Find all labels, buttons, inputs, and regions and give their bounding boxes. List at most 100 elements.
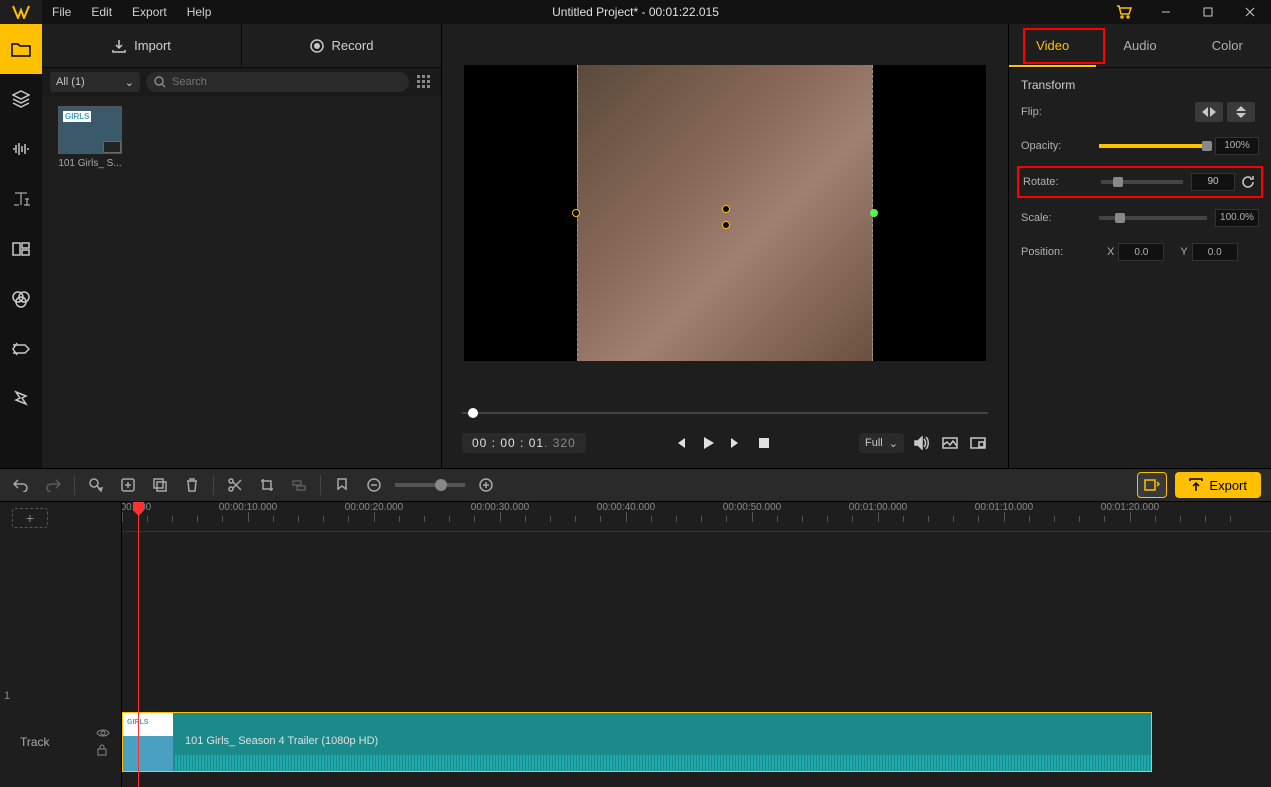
sidebar-filters[interactable] (0, 274, 42, 324)
undo-button[interactable] (10, 474, 32, 496)
properties-panel: Video Audio Color Transform Flip: Opacit… (1008, 24, 1271, 468)
close-button[interactable] (1229, 0, 1271, 24)
sidebar-media[interactable] (0, 24, 42, 74)
menu-edit[interactable]: Edit (81, 0, 122, 24)
record-label: Record (332, 38, 374, 53)
timeline-toolbar: Export (0, 468, 1271, 502)
timeline-zoom-slider[interactable] (395, 483, 465, 487)
opacity-value[interactable]: 100% (1215, 137, 1259, 155)
tool-group[interactable] (288, 474, 310, 496)
import-button[interactable]: Import (42, 24, 241, 67)
row-opacity: Opacity: 100% (1021, 136, 1259, 156)
tab-video[interactable]: Video (1009, 24, 1096, 67)
stop-button[interactable] (754, 433, 774, 453)
tool-marker[interactable] (331, 474, 353, 496)
tab-color[interactable]: Color (1184, 24, 1271, 67)
rotate-input[interactable] (1192, 176, 1234, 187)
export-button[interactable]: Export (1175, 472, 1261, 498)
scale-value[interactable]: 100.0% (1215, 209, 1259, 227)
export-settings-button[interactable] (1137, 472, 1167, 498)
opacity-slider[interactable] (1099, 144, 1207, 148)
search-icon (154, 76, 166, 88)
media-library: Import Record All (1) ⌄ 101 Girls (42, 24, 442, 468)
zoom-fit-dropdown[interactable]: Full⌄ (859, 433, 904, 453)
timeline-ruler[interactable]: 00:00:00.00000:00:10.00000:00:20.00000:0… (122, 502, 1271, 532)
library-filter-dropdown[interactable]: All (1) ⌄ (50, 72, 140, 92)
pos-x-label: X (1107, 246, 1114, 258)
redo-button[interactable] (42, 474, 64, 496)
timeline-clip[interactable]: 101 Girls_ Season 4 Trailer (1080p HD) (122, 712, 1152, 772)
clip-name: 101 Girls_ S... (58, 158, 121, 169)
pos-y-label: Y (1180, 246, 1187, 258)
tab-audio[interactable]: Audio (1096, 24, 1183, 67)
preview-scrubber[interactable] (462, 404, 988, 422)
clip-waveform (175, 755, 1151, 771)
menu-file[interactable]: File (42, 0, 81, 24)
scrubber-thumb[interactable] (468, 408, 478, 418)
selection-handle[interactable] (572, 209, 580, 217)
preview-panel: 00 : 00 : 01. 320 Full⌄ (442, 24, 1008, 468)
timeline: + 00:00:00.00000:00:10.00000:00:20.00000… (0, 502, 1271, 787)
clip-label: 101 Girls_ Season 4 Trailer (1080p HD) (185, 735, 378, 747)
tool-copy[interactable] (149, 474, 171, 496)
sidebar-overlays[interactable] (0, 224, 42, 274)
tool-delete[interactable] (181, 474, 203, 496)
section-transform: Transform (1021, 78, 1259, 92)
fullscreen-button[interactable] (968, 433, 988, 453)
position-x-input[interactable]: 0.0 (1118, 243, 1164, 261)
zoom-out-button[interactable] (363, 474, 385, 496)
import-label: Import (134, 38, 171, 53)
flip-vertical-button[interactable] (1227, 102, 1255, 122)
tool-crop[interactable] (256, 474, 278, 496)
flip-horizontal-button[interactable] (1195, 102, 1223, 122)
rotate-slider[interactable] (1101, 180, 1183, 184)
preview-canvas[interactable] (464, 65, 986, 361)
filter-value: All (1) (56, 76, 85, 88)
menu-help[interactable]: Help (177, 0, 222, 24)
row-rotate: Rotate: (1023, 172, 1257, 192)
track-number: 1 (4, 690, 10, 702)
position-y-input[interactable]: 0.0 (1192, 243, 1238, 261)
selection-handle[interactable] (722, 221, 730, 229)
tool-select[interactable] (85, 474, 107, 496)
tool-sidebar (0, 24, 42, 468)
grid-view-toggle[interactable] (415, 73, 433, 91)
rotate-reset-button[interactable] (1239, 173, 1257, 191)
tool-split[interactable] (224, 474, 246, 496)
next-frame-button[interactable] (726, 433, 746, 453)
add-track-button[interactable]: + (12, 508, 48, 528)
scale-slider[interactable] (1099, 216, 1207, 220)
minimize-button[interactable] (1145, 0, 1187, 24)
tool-add[interactable] (117, 474, 139, 496)
volume-button[interactable] (912, 433, 932, 453)
zoom-in-button[interactable] (475, 474, 497, 496)
visibility-icon[interactable] (96, 728, 110, 738)
sidebar-elements[interactable] (0, 374, 42, 424)
annotation-highlight-rotate: Rotate: (1017, 166, 1263, 198)
sidebar-audio[interactable] (0, 124, 42, 174)
chevron-down-icon: ⌄ (125, 76, 134, 89)
export-label: Export (1209, 478, 1247, 493)
rotate-value[interactable] (1191, 173, 1235, 191)
video-content[interactable] (577, 65, 873, 361)
sidebar-layers[interactable] (0, 74, 42, 124)
titlebar: File Edit Export Help Untitled Project* … (0, 0, 1271, 24)
selection-handle[interactable] (722, 205, 730, 213)
prev-frame-button[interactable] (670, 433, 690, 453)
search-input[interactable] (172, 76, 401, 88)
row-scale: Scale: 100.0% (1021, 208, 1259, 228)
row-flip: Flip: (1021, 102, 1259, 122)
sidebar-text[interactable] (0, 174, 42, 224)
sidebar-transitions[interactable] (0, 324, 42, 374)
media-clip[interactable]: 101 Girls_ S... (52, 106, 128, 169)
cart-icon[interactable] (1103, 0, 1145, 24)
menu-export[interactable]: Export (122, 0, 177, 24)
snapshot-button[interactable] (940, 433, 960, 453)
playhead[interactable] (138, 502, 139, 787)
record-button[interactable]: Record (241, 24, 441, 67)
lock-icon[interactable] (96, 744, 108, 756)
selection-handle[interactable] (870, 209, 878, 217)
clip-thumbnail (58, 106, 122, 154)
play-button[interactable] (698, 433, 718, 453)
maximize-button[interactable] (1187, 0, 1229, 24)
